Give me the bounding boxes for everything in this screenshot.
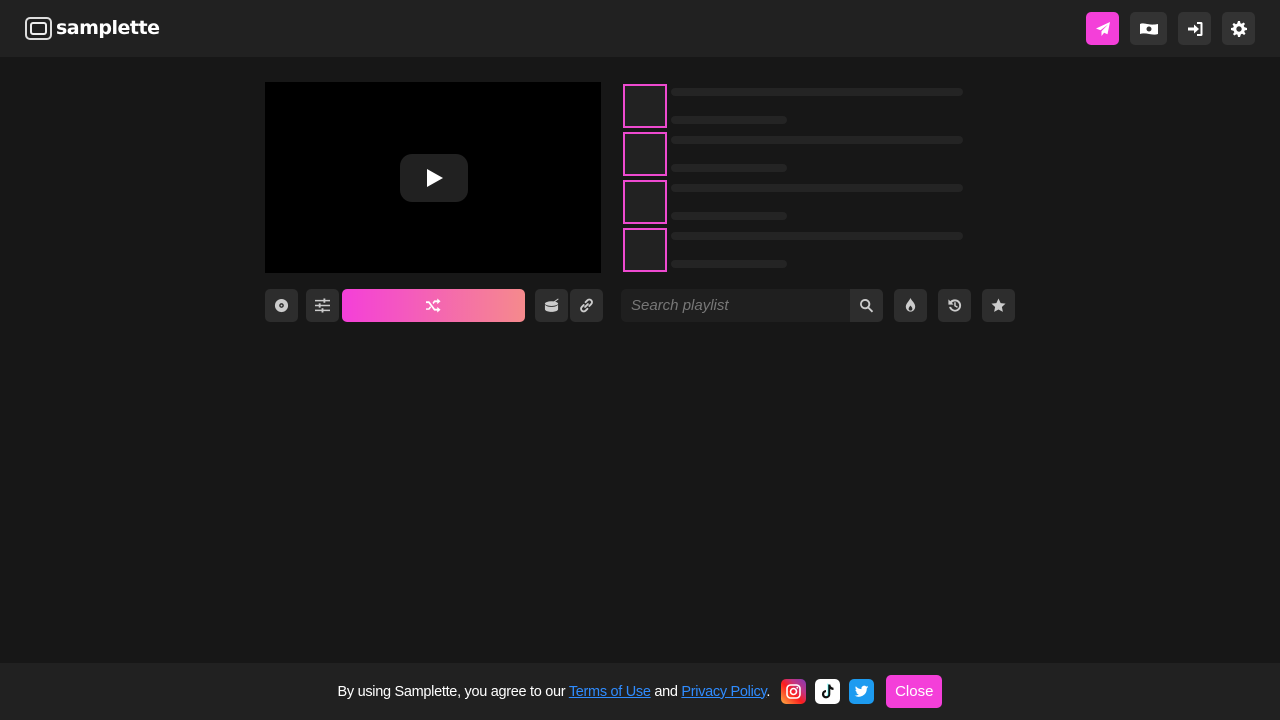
cookie-text: By using Samplette, you agree to our Ter…	[338, 684, 771, 700]
playlist-item-placeholder[interactable]	[623, 228, 968, 276]
tiktok-icon	[821, 683, 834, 699]
privacy-link[interactable]: Privacy Policy	[681, 684, 766, 700]
playlist	[623, 84, 968, 276]
drum-button[interactable]	[535, 289, 568, 322]
instagram-icon	[786, 684, 801, 699]
login-button[interactable]	[1178, 12, 1211, 45]
video-player[interactable]	[265, 82, 601, 273]
sliders-icon	[315, 298, 330, 313]
terms-link[interactable]: Terms of Use	[569, 684, 651, 700]
title-placeholder	[671, 136, 963, 144]
favorites-button[interactable]	[982, 289, 1015, 322]
logo-icon	[25, 17, 52, 40]
sign-in-icon	[1187, 21, 1202, 36]
history-button[interactable]	[938, 289, 971, 322]
title-placeholder	[671, 184, 963, 192]
thumbnail-placeholder	[623, 84, 667, 128]
instagram-link[interactable]	[781, 679, 807, 704]
star-icon	[991, 298, 1006, 312]
play-icon	[427, 169, 443, 187]
link-button[interactable]	[570, 289, 603, 322]
top-bar: samplette	[0, 0, 1280, 57]
artist-placeholder	[671, 116, 787, 124]
shuffle-button[interactable]	[342, 289, 525, 322]
cookie-text-before: By using Samplette, you agree to our	[337, 683, 569, 700]
search-button[interactable]	[850, 289, 883, 322]
playlist-item-placeholder[interactable]	[623, 180, 968, 228]
playlist-item-placeholder[interactable]	[623, 132, 968, 180]
tiktok-link[interactable]	[815, 679, 841, 704]
filters-button[interactable]	[306, 289, 339, 322]
social-links	[781, 679, 875, 704]
thumbnail-placeholder	[623, 180, 667, 224]
cookie-text-after: .	[766, 683, 771, 700]
playlist-item-placeholder[interactable]	[623, 84, 968, 132]
title-placeholder	[671, 232, 963, 240]
settings-button[interactable]	[1222, 12, 1255, 45]
playlist-search	[621, 289, 883, 322]
cookie-text-and: and	[650, 683, 682, 700]
search-input[interactable]	[621, 289, 850, 322]
drum-icon	[544, 298, 559, 312]
donate-button[interactable]	[1130, 12, 1167, 45]
artist-placeholder	[671, 212, 787, 220]
gear-icon	[1230, 20, 1247, 37]
logo-text: samplette	[56, 17, 160, 39]
record-icon	[274, 298, 289, 313]
fire-icon	[905, 298, 916, 312]
search-icon	[860, 298, 874, 313]
shuffle-icon	[426, 298, 441, 313]
artist-placeholder	[671, 260, 787, 268]
header-actions	[1086, 12, 1255, 45]
logo[interactable]: samplette	[25, 17, 160, 40]
thumbnail-placeholder	[623, 228, 667, 272]
history-icon	[948, 299, 962, 312]
twitter-link[interactable]	[849, 679, 875, 704]
paper-plane-icon	[1095, 21, 1110, 36]
twitter-icon	[854, 685, 869, 697]
link-icon	[580, 298, 593, 313]
submit-button[interactable]	[1086, 12, 1119, 45]
title-placeholder	[671, 88, 963, 96]
trending-button[interactable]	[894, 289, 927, 322]
money-bill-icon	[1139, 22, 1158, 35]
vinyl-button[interactable]	[265, 289, 298, 322]
artist-placeholder	[671, 164, 787, 172]
close-button[interactable]: Close	[886, 675, 943, 708]
play-button[interactable]	[400, 154, 468, 202]
cookie-banner: By using Samplette, you agree to our Ter…	[0, 663, 1280, 720]
thumbnail-placeholder	[623, 132, 667, 176]
